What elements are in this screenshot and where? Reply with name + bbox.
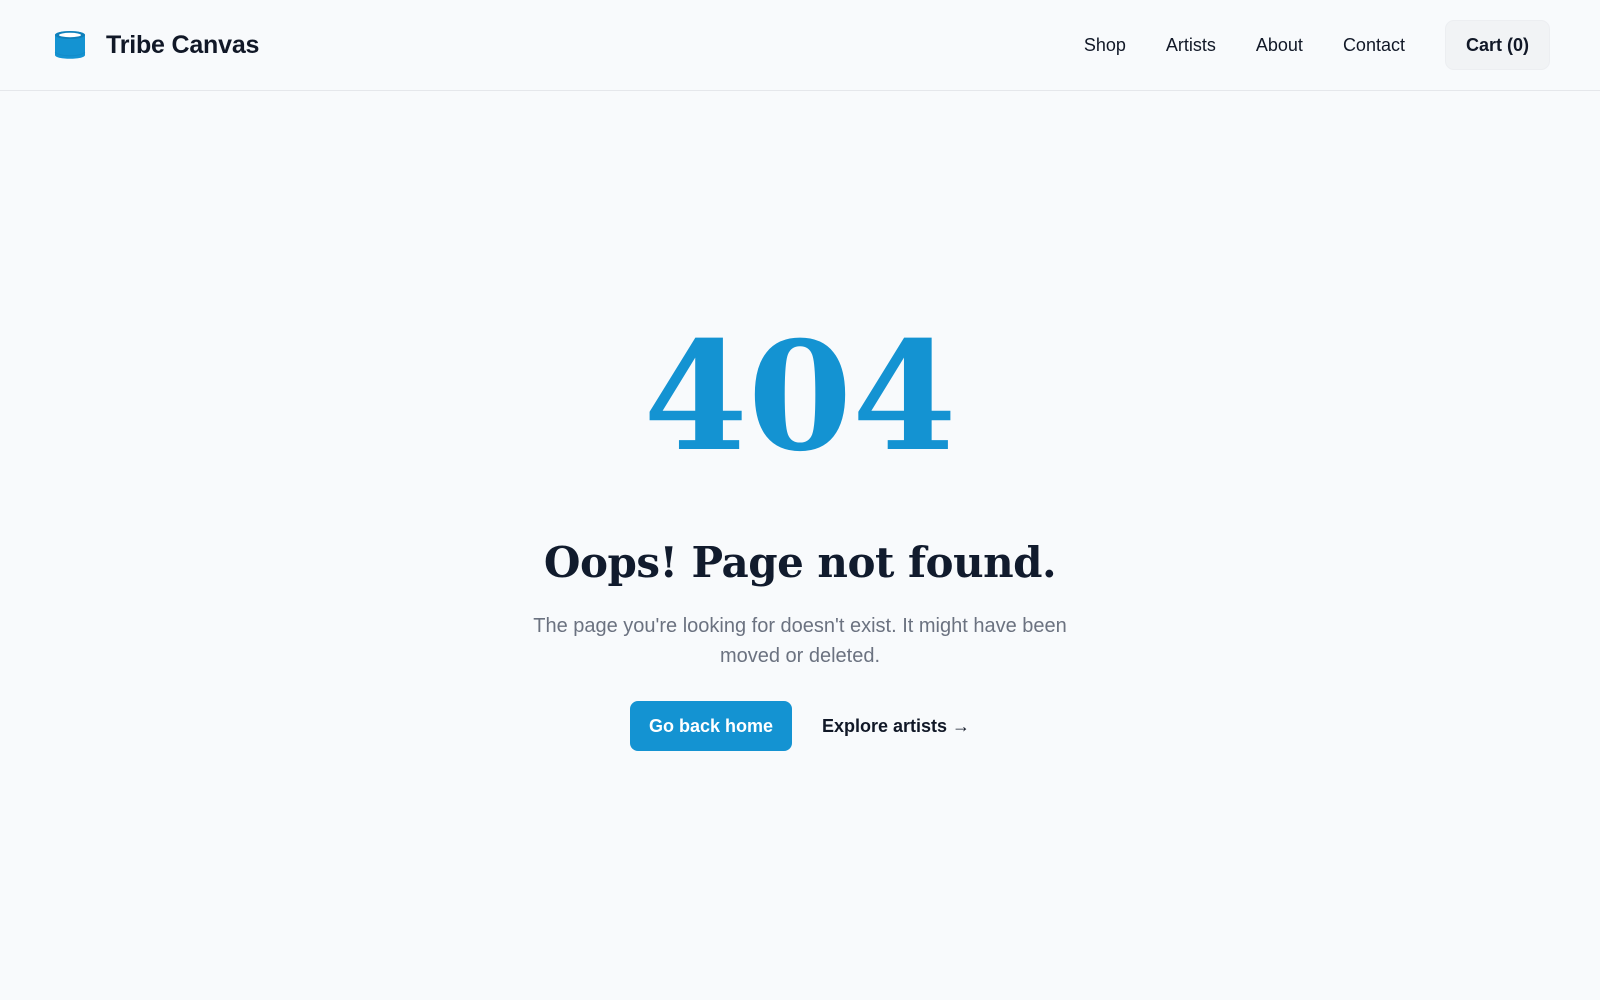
cylinder-logo-icon xyxy=(54,31,86,59)
go-back-home-button[interactable]: Go back home xyxy=(629,701,792,751)
nav-artists-link[interactable]: Artists xyxy=(1166,35,1216,56)
error-code: 404 xyxy=(643,309,957,485)
site-header: Tribe Canvas Shop Artists About Contact … xyxy=(0,0,1600,91)
nav-about-link[interactable]: About xyxy=(1256,35,1303,56)
brand-link[interactable]: Tribe Canvas xyxy=(54,28,259,62)
main-navigation: Shop Artists About Contact Cart (0) xyxy=(1084,20,1550,70)
not-found-content: 404 Oops! Page not found. The page you'r… xyxy=(0,91,1600,1000)
nav-contact-link[interactable]: Contact xyxy=(1343,35,1405,56)
error-title: Oops! Page not found. xyxy=(543,538,1057,588)
brand-name: Tribe Canvas xyxy=(106,30,260,59)
error-description: The page you're looking for doesn't exis… xyxy=(533,615,1067,667)
nav-shop-link[interactable]: Shop xyxy=(1084,35,1126,56)
explore-artists-link[interactable]: Explore artists → xyxy=(822,716,970,737)
error-actions: Go back home Explore artists → xyxy=(0,701,1600,751)
cart-button[interactable]: Cart (0) xyxy=(1444,20,1550,70)
